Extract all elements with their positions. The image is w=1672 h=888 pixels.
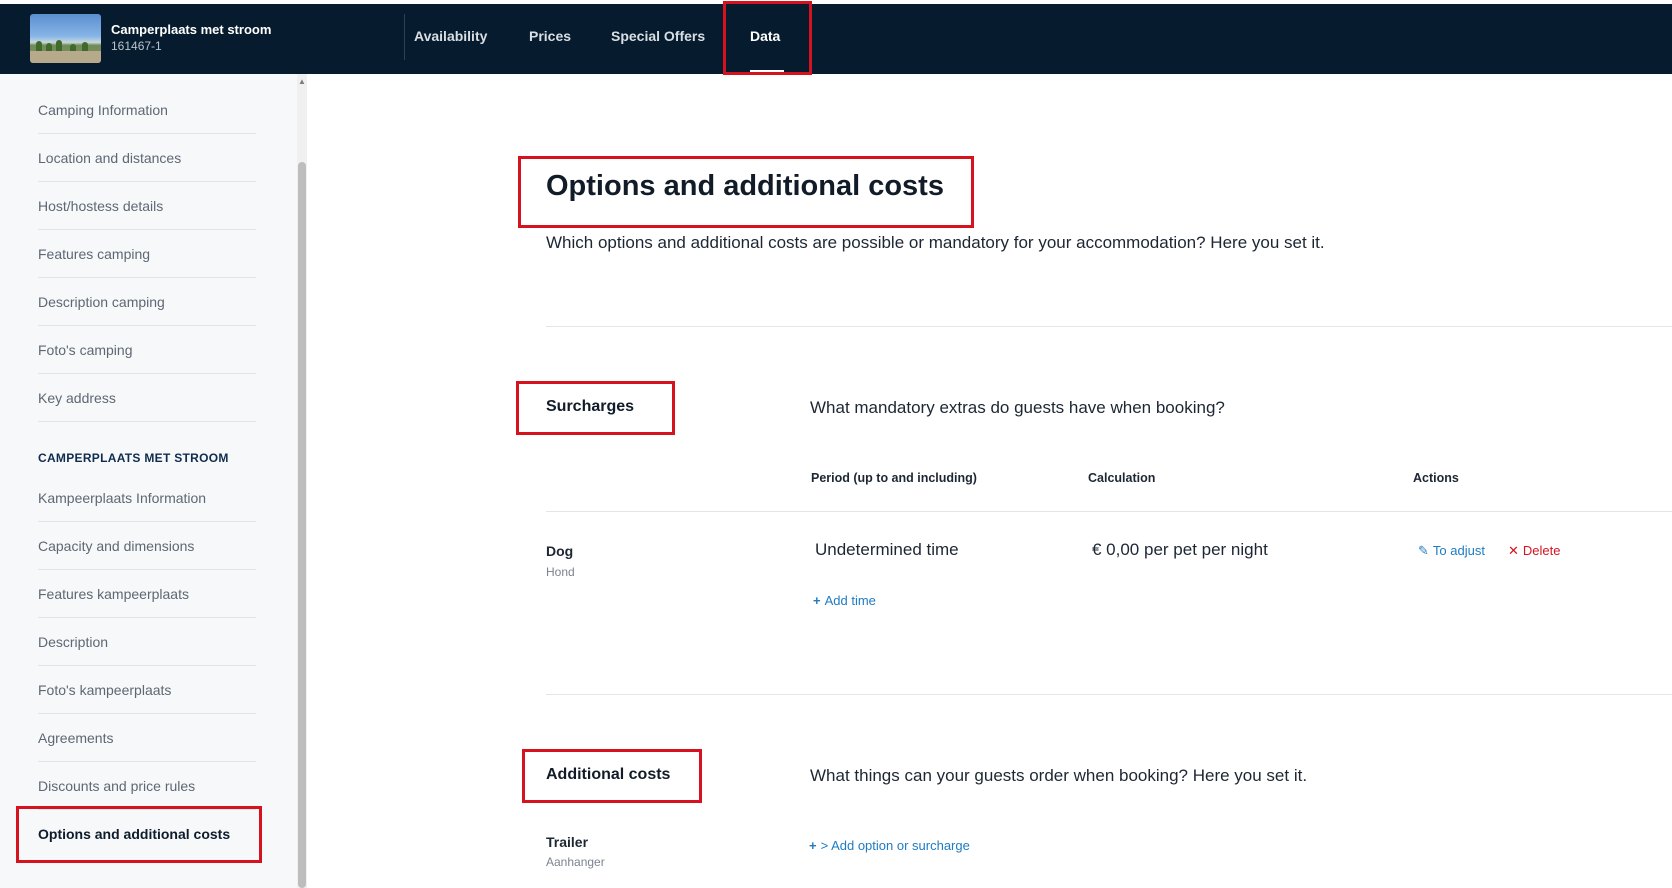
active-tab-indicator <box>750 70 784 72</box>
additional-costs-description: What things can your guests order when b… <box>810 766 1308 785</box>
top-bar: Camperplaats met stroom 161467-1 Availab… <box>0 0 1672 74</box>
divider <box>38 617 256 618</box>
accommodation-thumbnail[interactable] <box>30 14 101 63</box>
chevron-up-icon[interactable]: ▲ <box>297 77 307 87</box>
divider <box>38 809 256 810</box>
sidebar-item-camping-information[interactable]: Camping Information <box>38 102 168 118</box>
sidebar: Camping Information Location and distanc… <box>0 74 300 888</box>
tab-data[interactable]: Data <box>750 28 780 44</box>
sidebar-item-description-camping[interactable]: Description camping <box>38 294 165 310</box>
surcharge-calculation: € 0,00 per pet per night <box>1092 540 1268 559</box>
divider <box>38 325 256 326</box>
divider <box>38 713 256 714</box>
plus-icon: + <box>809 838 817 853</box>
nav-separator <box>404 14 405 60</box>
accommodation-id: 161467-1 <box>111 39 162 53</box>
delete-label: Delete <box>1522 543 1561 558</box>
sidebar-item-features-camping[interactable]: Features camping <box>38 246 150 262</box>
sidebar-group-heading: CAMPERPLAATS MET STROOM <box>38 451 229 465</box>
divider <box>38 665 256 666</box>
top-bar-background <box>0 4 1672 74</box>
surcharges-title: Surcharges <box>546 398 635 415</box>
divider <box>38 761 256 762</box>
sidebar-item-fotos-kampeerplaats[interactable]: Foto's kampeerplaats <box>38 682 171 698</box>
add-option-label: > Add option or surcharge <box>820 838 970 853</box>
option-name: Trailer <box>546 834 589 850</box>
tab-availability[interactable]: Availability <box>414 28 487 44</box>
divider <box>38 569 256 570</box>
additional-costs-title: Additional costs <box>546 766 671 783</box>
column-header-calculation: Calculation <box>1088 471 1156 485</box>
tab-prices[interactable]: Prices <box>529 28 571 44</box>
sidebar-item-discounts-and-price-rules[interactable]: Discounts and price rules <box>38 778 195 794</box>
surcharge-period: Undetermined time <box>815 540 959 559</box>
sidebar-item-kampeerplaats-information[interactable]: Kampeerplaats Information <box>38 490 206 506</box>
tab-special-offers[interactable]: Special Offers <box>611 28 705 44</box>
sidebar-item-description[interactable]: Description <box>38 634 108 650</box>
add-option-link[interactable]: + > Add option or surcharge <box>809 838 970 853</box>
accommodation-name: Camperplaats met stroom <box>111 22 272 37</box>
divider <box>38 229 256 230</box>
divider <box>38 421 256 422</box>
divider <box>38 521 256 522</box>
sidebar-item-capacity-and-dimensions[interactable]: Capacity and dimensions <box>38 538 194 554</box>
surcharges-description: What mandatory extras do guests have whe… <box>810 398 1225 417</box>
adjust-label: To adjust <box>1432 543 1485 558</box>
divider <box>38 133 256 134</box>
adjust-link[interactable]: ✎ To adjust <box>1418 543 1485 559</box>
sidebar-item-features-kampeerplaats[interactable]: Features kampeerplaats <box>38 586 189 602</box>
sidebar-item-host-details[interactable]: Host/hostess details <box>38 198 163 214</box>
column-header-period: Period (up to and including) <box>811 471 977 485</box>
divider <box>38 181 256 182</box>
add-time-label: Add time <box>824 593 876 608</box>
sidebar-item-location-and-distances[interactable]: Location and distances <box>38 150 181 166</box>
column-header-actions: Actions <box>1413 471 1459 485</box>
page-title: Options and additional costs <box>546 170 944 202</box>
option-subname: Aanhanger <box>546 855 605 869</box>
divider <box>546 511 1672 512</box>
divider <box>38 373 256 374</box>
scrollbar-thumb[interactable] <box>298 162 306 888</box>
surcharge-subname: Hond <box>546 565 575 579</box>
sidebar-item-key-address[interactable]: Key address <box>38 390 116 406</box>
add-time-link[interactable]: + Add time <box>813 593 876 608</box>
divider <box>38 277 256 278</box>
surcharge-name: Dog <box>546 543 574 559</box>
plus-icon: + <box>813 593 821 608</box>
page-subtitle: Which options and additional costs are p… <box>546 233 1325 252</box>
divider <box>546 326 1672 327</box>
divider <box>546 694 1672 695</box>
sidebar-item-options-and-additional-costs[interactable]: Options and additional costs <box>38 826 230 842</box>
sidebar-item-agreements[interactable]: Agreements <box>38 730 113 746</box>
sidebar-item-fotos-camping[interactable]: Foto's camping <box>38 342 133 358</box>
pencil-icon: ✎ <box>1418 543 1429 558</box>
delete-link[interactable]: ✕ Delete <box>1508 543 1560 559</box>
close-icon: ✕ <box>1508 543 1519 558</box>
